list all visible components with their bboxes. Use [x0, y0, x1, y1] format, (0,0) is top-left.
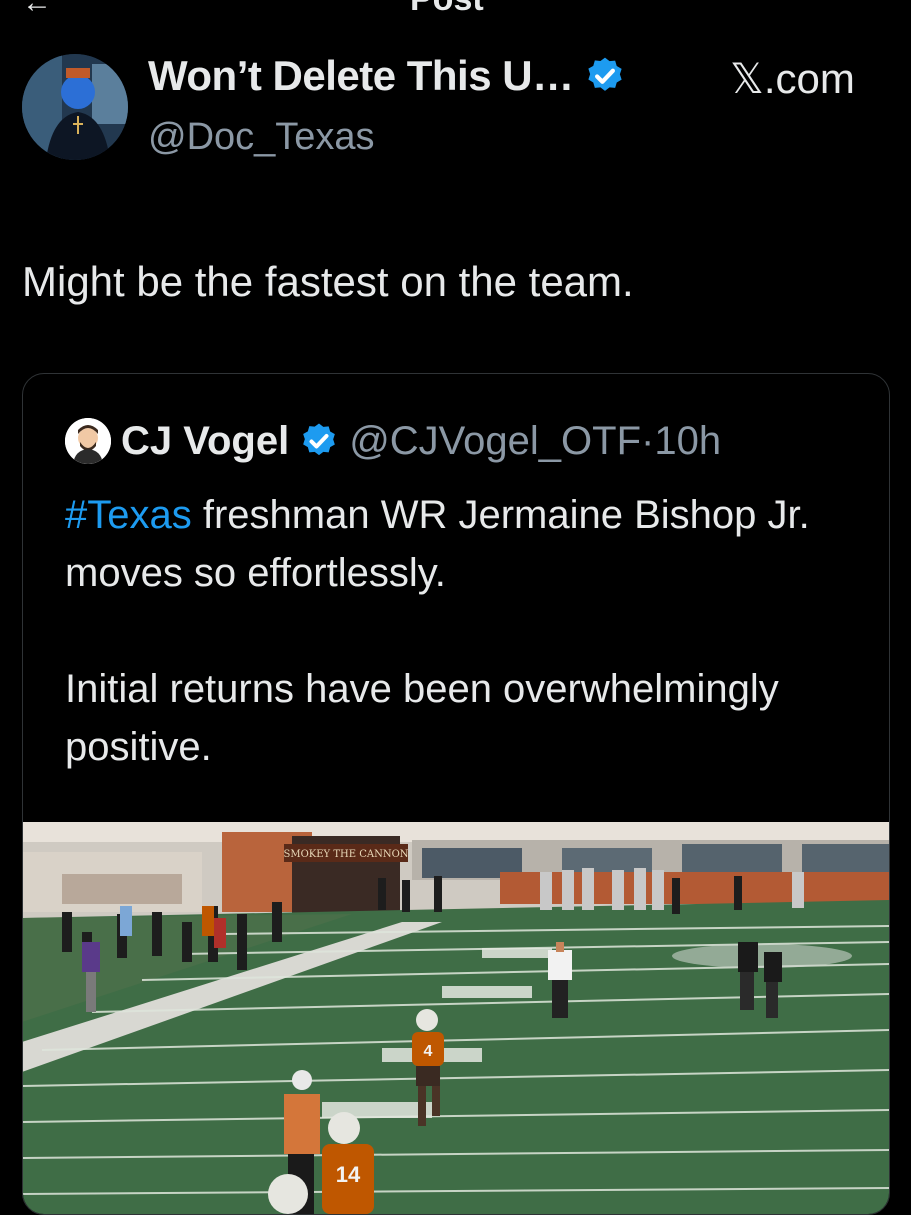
- page-title: Post: [410, 0, 484, 14]
- post-text: Might be the fastest on the team.: [22, 258, 634, 305]
- quoted-text-paragraph: Initial returns have been overwhelmingly…: [65, 667, 779, 769]
- source-label[interactable]: 𝕏.com: [730, 54, 855, 103]
- verified-badge-icon: [587, 57, 622, 91]
- top-bar: ← Post: [0, 0, 911, 14]
- banner-text: SMOKEY THE CANNON: [283, 849, 408, 860]
- jersey-number: 14: [336, 1162, 361, 1187]
- author-display-name[interactable]: Won’t Delete This U…: [148, 52, 574, 100]
- hashtag-link[interactable]: #Texas: [65, 493, 192, 537]
- author-handle[interactable]: @Doc_Texas: [148, 116, 375, 159]
- quoted-post-header: CJ Vogel @CJVogel_OTF · 10h: [65, 418, 721, 464]
- quoted-media-video[interactable]: SMOKEY THE CANNON 4 14: [23, 822, 889, 1214]
- quoted-timestamp[interactable]: 10h: [654, 419, 721, 464]
- verified-badge-icon: [303, 423, 336, 456]
- avatar[interactable]: [22, 54, 128, 160]
- quoted-separator: ·: [641, 418, 655, 463]
- quoted-post-card[interactable]: CJ Vogel @CJVogel_OTF · 10h #Texas fresh…: [22, 373, 890, 1215]
- post-author[interactable]: Won’t Delete This U…: [148, 52, 626, 100]
- quoted-author-handle[interactable]: @CJVogel_OTF: [349, 419, 641, 464]
- quoted-author-avatar[interactable]: [65, 418, 111, 464]
- jersey-number: 4: [424, 1043, 433, 1060]
- quoted-post-text: #Texas freshman WR Jermaine Bishop Jr. m…: [65, 486, 865, 776]
- arrow-left-icon[interactable]: ←: [22, 0, 52, 14]
- quoted-author-name[interactable]: CJ Vogel: [121, 419, 289, 464]
